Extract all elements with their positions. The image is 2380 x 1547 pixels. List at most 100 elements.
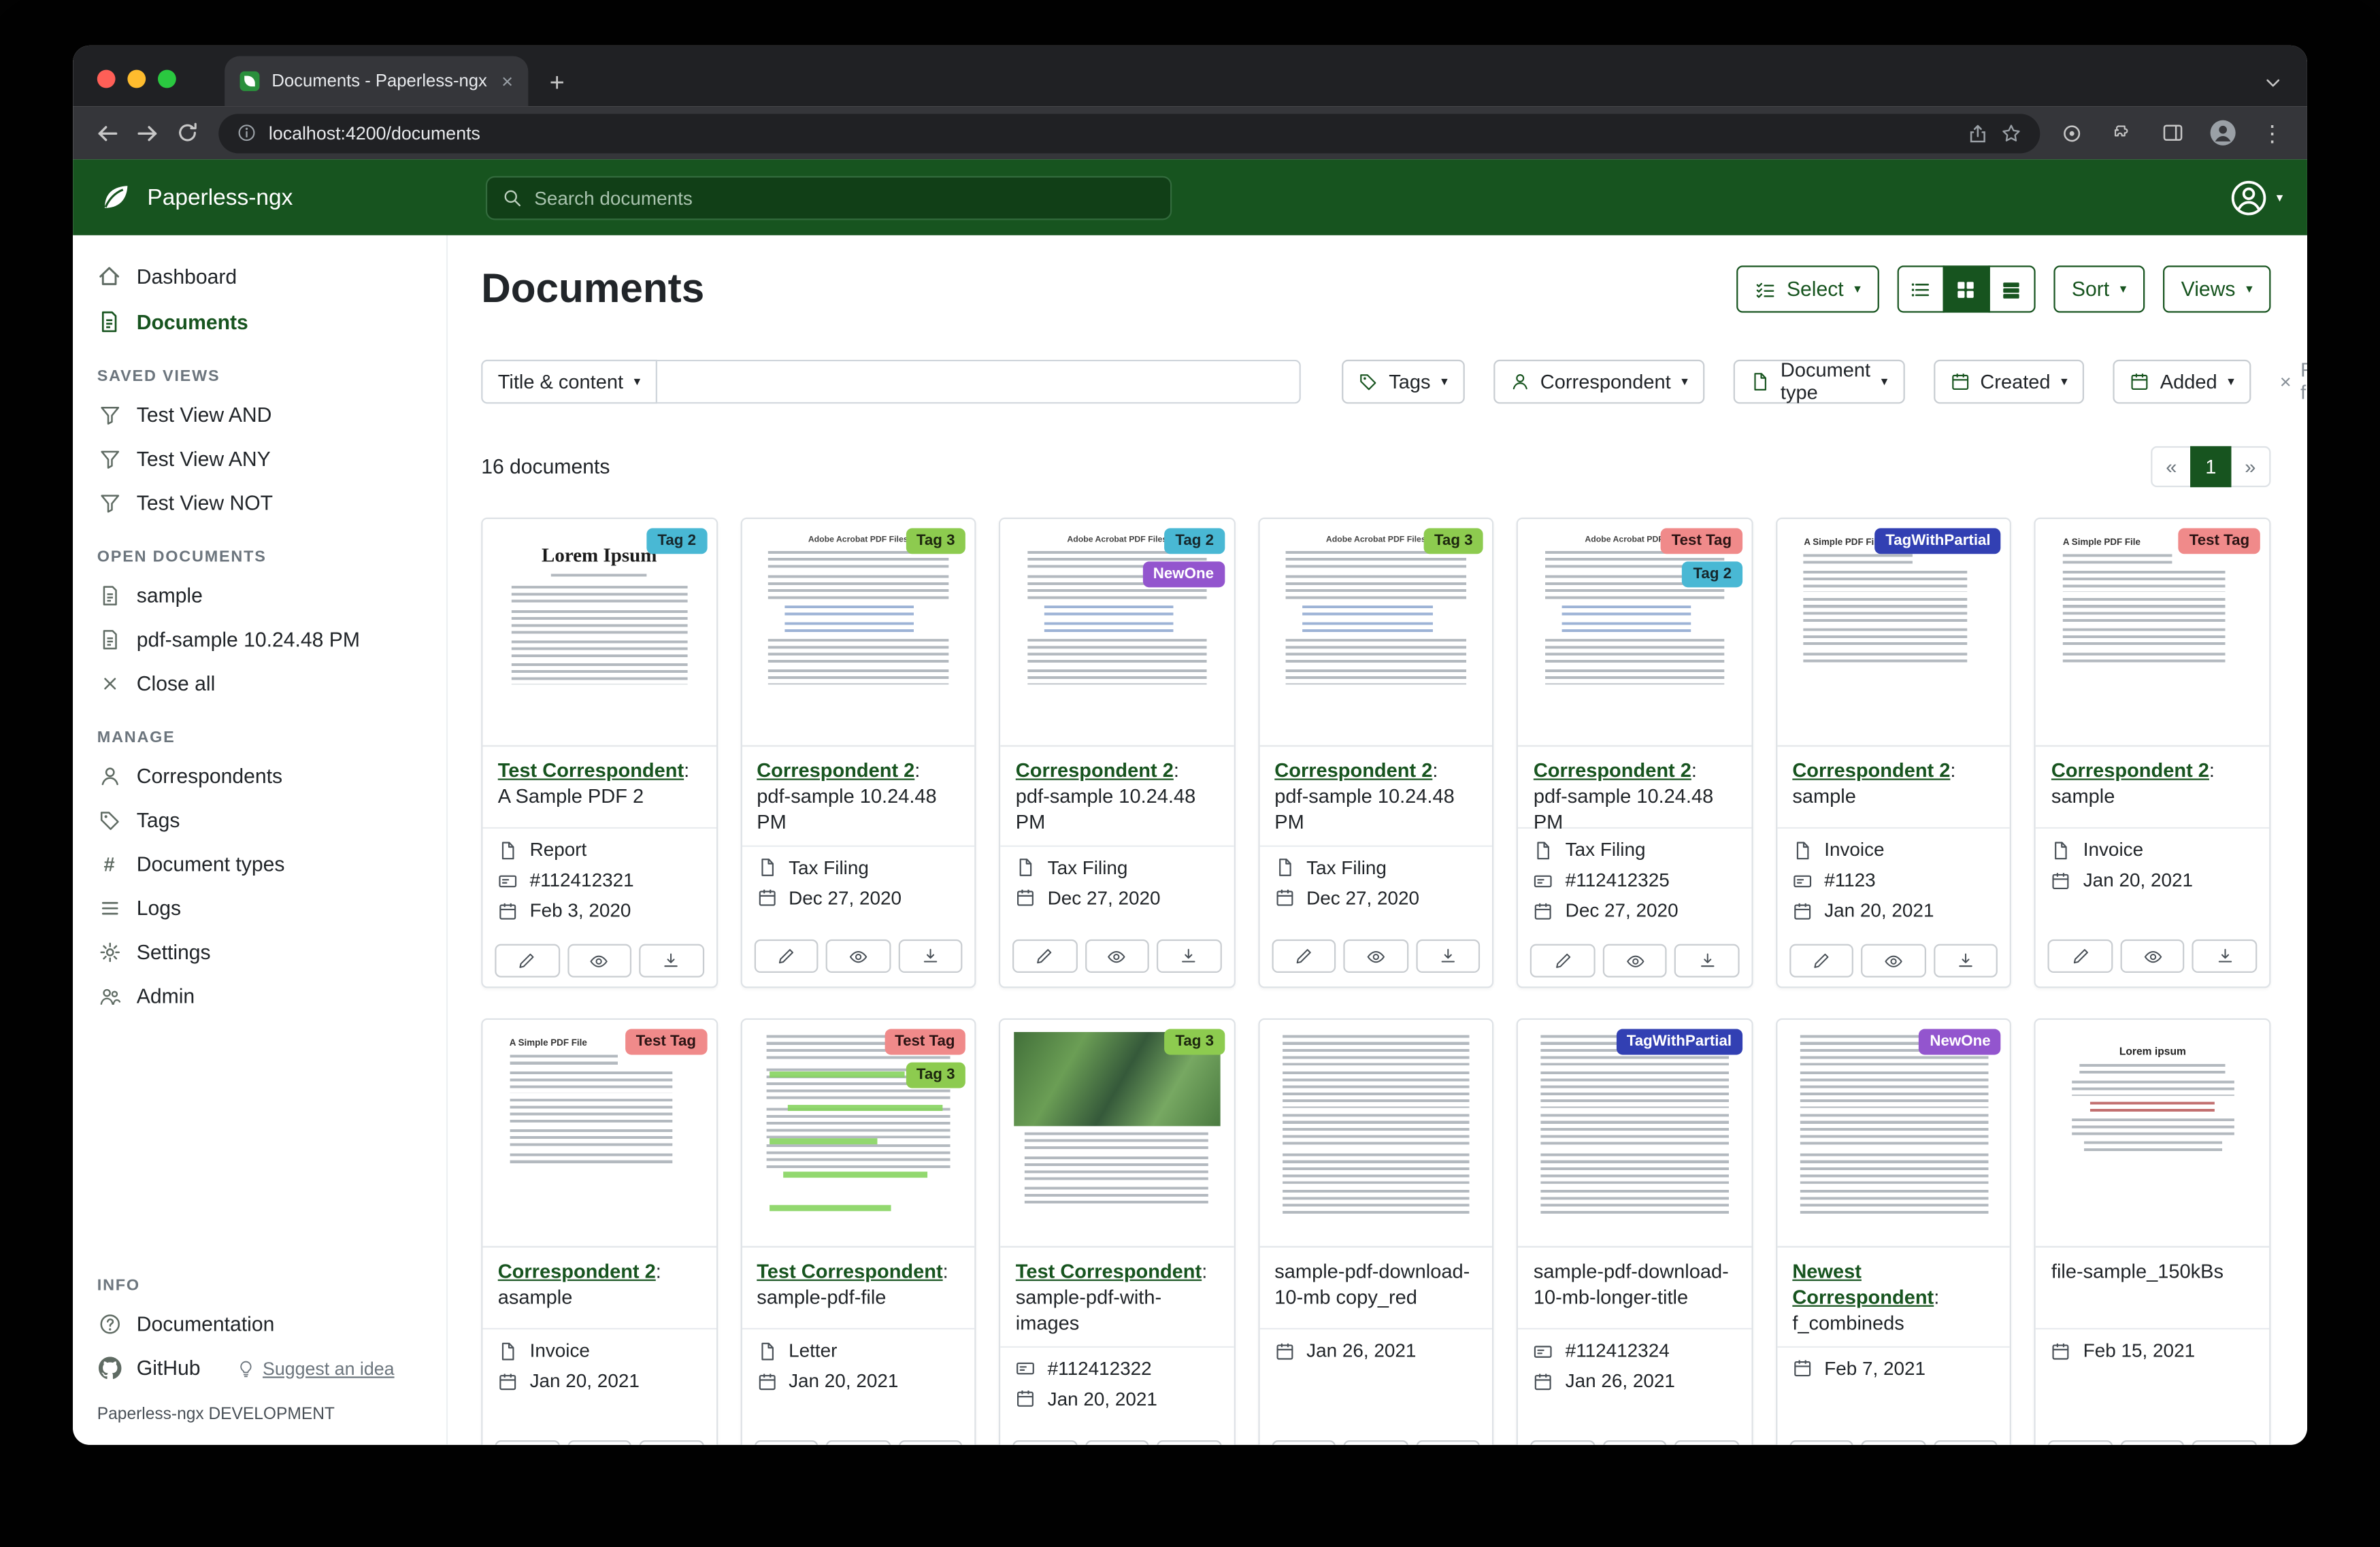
- forward-button[interactable]: [127, 113, 167, 152]
- card-correspondent-link[interactable]: Correspondent 2: [1792, 759, 1950, 781]
- document-thumbnail[interactable]: TagWithPartial A Simple PDF File: [1777, 519, 2011, 747]
- download-button[interactable]: [898, 939, 963, 973]
- view-button[interactable]: [1862, 1440, 1926, 1445]
- tab-close-icon[interactable]: ×: [501, 71, 513, 91]
- url-text[interactable]: localhost:4200/documents: [269, 122, 1955, 144]
- select-button[interactable]: Select ▾: [1736, 265, 1879, 312]
- global-search[interactable]: [486, 176, 1172, 220]
- card-correspondent-link[interactable]: Correspondent 2: [1274, 759, 1432, 781]
- minimize-window-button[interactable]: [127, 70, 146, 88]
- view-button[interactable]: [1602, 1440, 1667, 1445]
- document-thumbnail[interactable]: Test TagTag 2 Adobe Acrobat PDF Files: [1519, 519, 1752, 747]
- document-card[interactable]: Tag 2NewOne Adobe Acrobat PDF Files Corr…: [999, 518, 1235, 988]
- sidebar-item-saved-view-not[interactable]: Test View NOT: [73, 481, 446, 525]
- tag-badge[interactable]: Tag 2: [1165, 528, 1225, 554]
- sidebar-item-close-all[interactable]: Close all: [73, 662, 446, 706]
- tag-badge[interactable]: TagWithPartial: [1875, 528, 2002, 554]
- filter-text-input[interactable]: [657, 359, 1301, 403]
- edit-button[interactable]: [1272, 939, 1336, 973]
- sidebar-item-correspondents[interactable]: Correspondents: [73, 754, 446, 799]
- document-thumbnail[interactable]: Lorem ipsum: [2036, 1020, 2270, 1248]
- edit-button[interactable]: [1272, 1440, 1336, 1445]
- view-button[interactable]: [1085, 1440, 1149, 1445]
- tag-badge[interactable]: NewOne: [1919, 1029, 2002, 1055]
- tag-badge[interactable]: Test Tag: [1661, 528, 1742, 554]
- download-button[interactable]: [2192, 939, 2257, 973]
- view-button[interactable]: [1085, 939, 1149, 973]
- view-button[interactable]: [567, 1440, 631, 1445]
- edit-button[interactable]: [754, 1440, 819, 1445]
- document-card[interactable]: Tag 2 Lorem Ipsum Test Correspondent: A …: [481, 518, 717, 988]
- card-correspondent-link[interactable]: Correspondent 2: [1534, 759, 1691, 781]
- view-button[interactable]: [2120, 1440, 2185, 1445]
- sidebar-item-saved-view-any[interactable]: Test View ANY: [73, 437, 446, 481]
- page-number-button[interactable]: 1: [2190, 446, 2231, 487]
- share-icon[interactable]: [1967, 122, 1988, 144]
- document-thumbnail[interactable]: Tag 2 Lorem Ipsum: [482, 519, 716, 747]
- tab-search-chevron-icon[interactable]: [2263, 73, 2283, 93]
- view-button[interactable]: [567, 944, 631, 978]
- back-button[interactable]: [88, 113, 127, 152]
- download-button[interactable]: [1934, 1440, 1998, 1445]
- sidebar-item-github[interactable]: GitHub Suggest an idea: [73, 1346, 446, 1391]
- tag-badge[interactable]: NewOne: [1142, 561, 1225, 587]
- edit-button[interactable]: [495, 1440, 559, 1445]
- tag-badge[interactable]: Tag 2: [1683, 561, 1742, 587]
- view-details-button[interactable]: [1988, 265, 2035, 312]
- tag-badge[interactable]: Test Tag: [2179, 528, 2260, 554]
- document-card[interactable]: Tag 3 Test Correspondent: sample-pdf-wit…: [999, 1018, 1235, 1445]
- document-thumbnail[interactable]: Tag 2NewOne Adobe Acrobat PDF Files: [1000, 519, 1234, 747]
- app-brand[interactable]: Paperless-ngx: [97, 179, 293, 216]
- download-button[interactable]: [1416, 939, 1481, 973]
- sidebar-item-saved-view-and[interactable]: Test View AND: [73, 393, 446, 437]
- document-card[interactable]: Lorem ipsum file-sample_150kBs Feb 15, 2…: [2034, 1018, 2270, 1445]
- reload-button[interactable]: [167, 113, 206, 152]
- sort-button[interactable]: Sort ▾: [2053, 265, 2145, 312]
- download-button[interactable]: [1674, 1440, 1739, 1445]
- document-card[interactable]: Tag 3 Adobe Acrobat PDF Files Correspond…: [740, 518, 976, 988]
- view-button[interactable]: [1602, 944, 1667, 978]
- download-button[interactable]: [1157, 939, 1221, 973]
- search-input[interactable]: [534, 188, 1155, 209]
- address-bar[interactable]: localhost:4200/documents: [218, 113, 2040, 152]
- maximize-window-button[interactable]: [158, 70, 176, 88]
- sidebar-item-logs[interactable]: Logs: [73, 886, 446, 931]
- document-card[interactable]: TagWithPartial sample-pdf-download-10-mb…: [1517, 1018, 1753, 1445]
- document-card[interactable]: sample-pdf-download-10-mb copy_red Jan 2…: [1258, 1018, 1494, 1445]
- filter-tags-dropdown[interactable]: Tags ▾: [1342, 359, 1464, 403]
- browser-tab[interactable]: Documents - Paperless-ngx ×: [225, 56, 528, 107]
- view-button[interactable]: [1862, 944, 1926, 978]
- card-correspondent-link[interactable]: Test Correspondent: [498, 759, 684, 781]
- card-correspondent-link[interactable]: Correspondent 2: [757, 759, 914, 781]
- sidebar-item-documents[interactable]: Documents: [73, 299, 446, 344]
- tag-badge[interactable]: Tag 3: [906, 1063, 965, 1088]
- edit-button[interactable]: [1789, 944, 1854, 978]
- document-thumbnail[interactable]: Test Tag A Simple PDF File: [482, 1020, 716, 1248]
- card-correspondent-link[interactable]: Correspondent 2: [498, 1260, 656, 1282]
- edit-button[interactable]: [2048, 939, 2113, 973]
- edit-button[interactable]: [1530, 1440, 1595, 1445]
- sidebar-item-settings[interactable]: Settings: [73, 931, 446, 975]
- document-thumbnail[interactable]: TagWithPartial: [1519, 1020, 1752, 1248]
- side-panel-icon[interactable]: [2152, 113, 2192, 152]
- document-thumbnail[interactable]: Tag 3: [1000, 1020, 1234, 1248]
- edit-button[interactable]: [1012, 939, 1077, 973]
- filter-field-dropdown[interactable]: Title & content ▾: [481, 359, 657, 403]
- reset-filters-button[interactable]: × Reset filters: [2280, 358, 2307, 403]
- document-card[interactable]: Test TagTag 2 Adobe Acrobat PDF Files Co…: [1517, 518, 1753, 988]
- document-card[interactable]: TagWithPartial A Simple PDF File Corresp…: [1776, 518, 2012, 988]
- download-button[interactable]: [1934, 944, 1998, 978]
- browser-menu-kebab-icon[interactable]: ⋮: [2253, 113, 2292, 152]
- sidebar-item-open-doc-pdf-sample[interactable]: pdf-sample 10.24.48 PM: [73, 618, 446, 662]
- download-button[interactable]: [2192, 1440, 2257, 1445]
- document-thumbnail[interactable]: NewOne: [1777, 1020, 2011, 1248]
- sidebar-item-admin[interactable]: Admin: [73, 974, 446, 1018]
- document-card[interactable]: Test Tag A Simple PDF File Correspondent…: [481, 1018, 717, 1445]
- filter-correspondent-dropdown[interactable]: Correspondent ▾: [1493, 359, 1705, 403]
- card-correspondent-link[interactable]: Correspondent 2: [2051, 759, 2209, 781]
- card-correspondent-link[interactable]: Test Correspondent: [757, 1260, 942, 1282]
- edit-button[interactable]: [1530, 944, 1595, 978]
- filter-created-dropdown[interactable]: Created ▾: [1933, 359, 2084, 403]
- download-button[interactable]: [898, 1440, 963, 1445]
- view-button[interactable]: [826, 1440, 891, 1445]
